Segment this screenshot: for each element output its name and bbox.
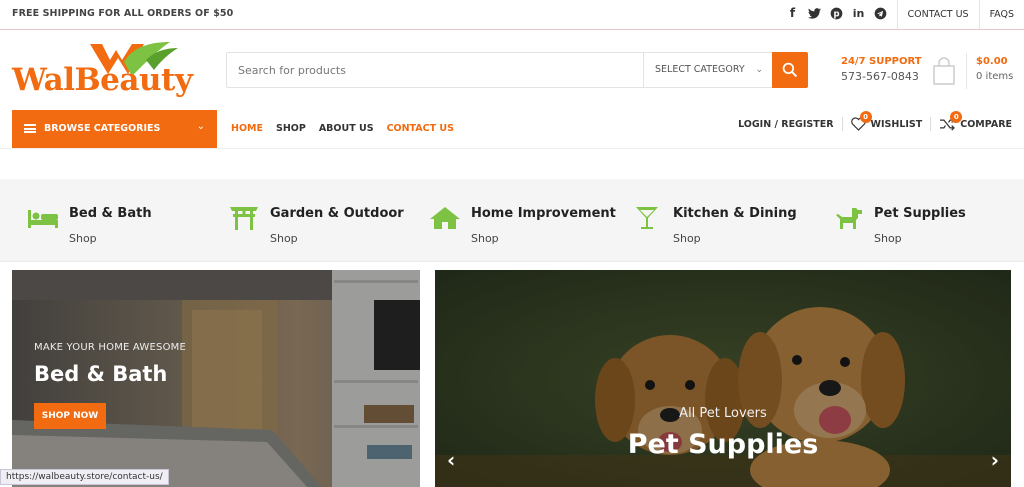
category-shop-link[interactable]: Shop: [471, 232, 499, 245]
nav-about-us[interactable]: ABOUT US: [319, 123, 374, 134]
cart-items-count: 0 items: [976, 71, 1014, 82]
slider-prev-arrow-icon[interactable]: ‹: [447, 448, 455, 472]
site-logo[interactable]: WalBeauty: [12, 40, 207, 106]
category-select-label: SELECT CATEGORY: [655, 64, 745, 75]
category-shop-link[interactable]: Shop: [673, 232, 701, 245]
category-name: Home Improvement: [471, 206, 616, 221]
banner-title: Pet Supplies: [627, 429, 819, 460]
category-name: Kitchen & Dining: [673, 206, 797, 221]
category-shop-link[interactable]: Shop: [270, 232, 298, 245]
search-icon: [782, 62, 798, 78]
shipping-notice: FREE SHIPPING FOR ALL ORDERS OF $50: [12, 8, 234, 19]
status-bar-url: https://walbeauty.store/contact-us/: [0, 469, 169, 485]
house-icon: [430, 207, 460, 229]
account-nav: LOGIN / REGISTER 0 WISHLIST 0 COMPARE: [738, 111, 1012, 131]
torii-gate-icon: [230, 207, 258, 230]
category-name: Garden & Outdoor: [270, 206, 404, 221]
chevron-down-icon: ⌄: [755, 65, 763, 75]
browse-categories-label: BROWSE CATEGORIES: [44, 123, 161, 134]
wishlist-count-badge: 0: [859, 111, 872, 123]
cocktail-glass-icon: [636, 207, 658, 229]
bed-bath-banner[interactable]: MAKE YOUR HOME AWESOME Bed & Bath SHOP N…: [12, 270, 420, 487]
linkedin-icon[interactable]: in: [852, 6, 865, 20]
logo-text: WalBeauty: [12, 62, 193, 98]
facebook-icon[interactable]: f: [786, 6, 799, 20]
nav-home[interactable]: HOME: [231, 123, 263, 134]
shopping-bag-icon: [933, 57, 955, 85]
cart-divider: [966, 53, 967, 89]
contact-us-link[interactable]: CONTACT US: [896, 0, 979, 29]
category-name: Bed & Bath: [69, 206, 152, 221]
bed-icon: [28, 210, 58, 228]
support-label: 24/7 SUPPORT: [841, 56, 922, 67]
category-shop-link[interactable]: Shop: [874, 232, 902, 245]
search-input[interactable]: Search for products: [238, 64, 346, 77]
compare-link[interactable]: 0 COMPARE: [939, 111, 1012, 131]
login-register-link[interactable]: LOGIN / REGISTER: [738, 119, 833, 130]
cart-amount: $0.00: [976, 56, 1008, 67]
telegram-icon[interactable]: [874, 6, 887, 20]
support-phone: 573-567-0843: [841, 70, 919, 83]
dog-icon: [836, 208, 862, 229]
banner-kicker: MAKE YOUR HOME AWESOME: [34, 342, 186, 353]
banner-kicker: All Pet Lovers: [679, 406, 767, 421]
shop-now-button[interactable]: SHOP NOW: [34, 403, 106, 429]
category-select[interactable]: SELECT CATEGORY ⌄: [643, 53, 773, 87]
nav-shop[interactable]: SHOP: [276, 123, 306, 134]
top-bar: FREE SHIPPING FOR ALL ORDERS OF $50 f p …: [0, 0, 1024, 30]
svg-text:p: p: [833, 8, 839, 18]
hamburger-icon: [24, 124, 36, 133]
pinterest-icon[interactable]: p: [830, 6, 843, 20]
nav-divider: [841, 117, 843, 131]
category-name: Pet Supplies: [874, 206, 966, 221]
twitter-icon[interactable]: [808, 6, 821, 20]
wishlist-link[interactable]: 0 WISHLIST: [850, 111, 923, 131]
nav-contact-us[interactable]: CONTACT US: [387, 123, 454, 134]
wishlist-label: WISHLIST: [870, 118, 923, 130]
support-info: 24/7 SUPPORT 573-567-0843: [841, 56, 922, 83]
chevron-down-icon: ⌄: [196, 121, 205, 132]
header-divider: [0, 148, 1024, 149]
compare-label: COMPARE: [960, 118, 1012, 130]
nav-divider: [930, 117, 932, 131]
banner-title: Bed & Bath: [34, 362, 168, 386]
category-strip: Bed & Bath Shop Garden & Outdoor Shop Ho…: [0, 179, 1024, 262]
main-nav: HOME SHOP ABOUT US CONTACT US: [231, 123, 454, 134]
social-links: f p in: [786, 6, 887, 20]
pet-supplies-banner[interactable]: All Pet Lovers Pet Supplies ‹ ›: [435, 270, 1011, 487]
search-bar: Search for products SELECT CATEGORY ⌄: [226, 52, 808, 88]
slider-next-arrow-icon[interactable]: ›: [991, 448, 999, 472]
faqs-link[interactable]: FAQS: [978, 0, 1024, 29]
search-button[interactable]: [772, 52, 808, 88]
category-shop-link[interactable]: Shop: [69, 232, 97, 245]
browse-categories-button[interactable]: BROWSE CATEGORIES ⌄: [12, 110, 217, 148]
cart-summary[interactable]: $0.00 0 items: [976, 56, 1013, 82]
